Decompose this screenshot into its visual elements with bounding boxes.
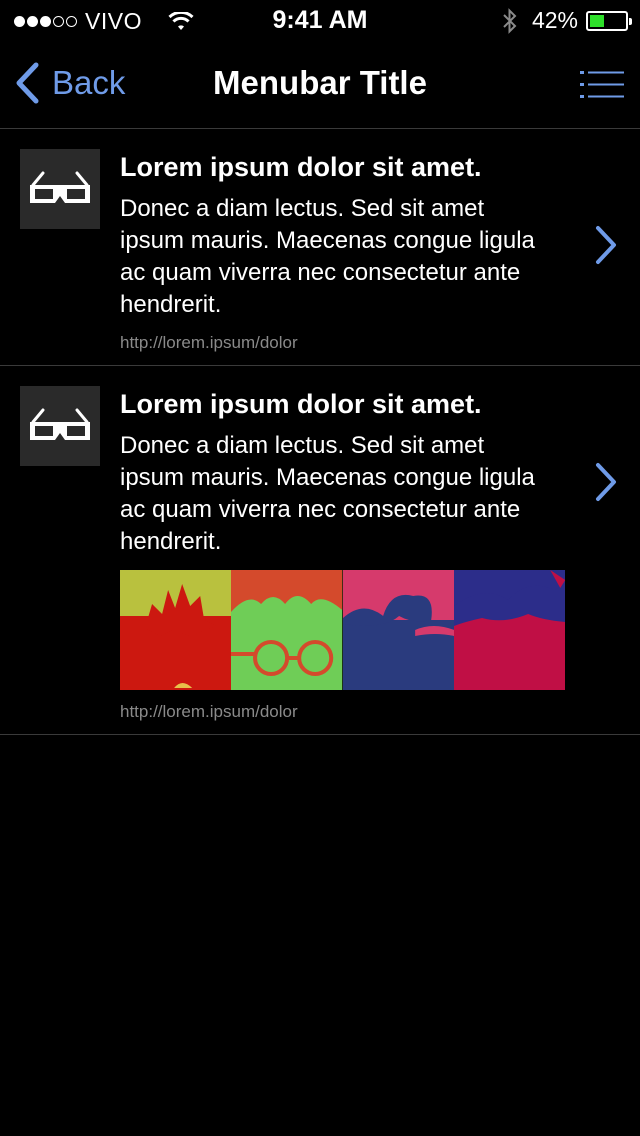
portrait-panel	[120, 570, 232, 690]
page-title: Menubar Title	[213, 64, 427, 101]
item-description: Donec a diam lectus. Sed sit amet ipsum …	[120, 195, 535, 318]
battery-percentage: 42%	[531, 7, 578, 33]
pop-art-band-portraits[interactable]	[120, 570, 565, 690]
list-item[interactable]: Lorem ipsum dolor sit amet. Donec a diam…	[0, 129, 640, 366]
list-item[interactable]: Lorem ipsum dolor sit amet. Donec a diam…	[0, 366, 640, 735]
item-title: Lorem ipsum dolor sit amet.	[120, 152, 482, 182]
news-list: Lorem ipsum dolor sit amet. Donec a diam…	[0, 129, 640, 735]
item-title: Lorem ipsum dolor sit amet.	[120, 389, 482, 419]
list-menu-icon[interactable]	[580, 70, 624, 100]
item-content: Lorem ipsum dolor sit amet. Donec a diam…	[120, 129, 540, 365]
portrait-panel	[231, 570, 343, 690]
3d-glasses-icon	[30, 408, 90, 440]
item-url[interactable]: http://lorem.ipsum/dolor	[120, 702, 540, 734]
3d-glasses-icon	[30, 171, 90, 203]
chevron-right-icon	[596, 226, 616, 264]
item-description: Donec a diam lectus. Sed sit amet ipsum …	[120, 432, 535, 555]
battery-cap	[629, 17, 632, 25]
item-thumbnail	[20, 149, 100, 229]
item-content: Lorem ipsum dolor sit amet. Donec a diam…	[120, 366, 565, 734]
bluetooth-icon	[503, 7, 517, 34]
item-thumbnail	[20, 386, 100, 466]
portrait-panel	[453, 570, 565, 690]
portrait-panel	[342, 570, 454, 690]
battery-fill	[590, 14, 605, 27]
chevron-right-icon	[596, 463, 616, 501]
battery-icon	[586, 10, 632, 31]
status-right: 42%	[502, 7, 632, 34]
navigation-bar: Back Menubar Title	[0, 40, 640, 129]
status-bar: VIVO 9:41 AM 42%	[0, 0, 640, 40]
item-url[interactable]: http://lorem.ipsum/dolor	[120, 333, 540, 365]
